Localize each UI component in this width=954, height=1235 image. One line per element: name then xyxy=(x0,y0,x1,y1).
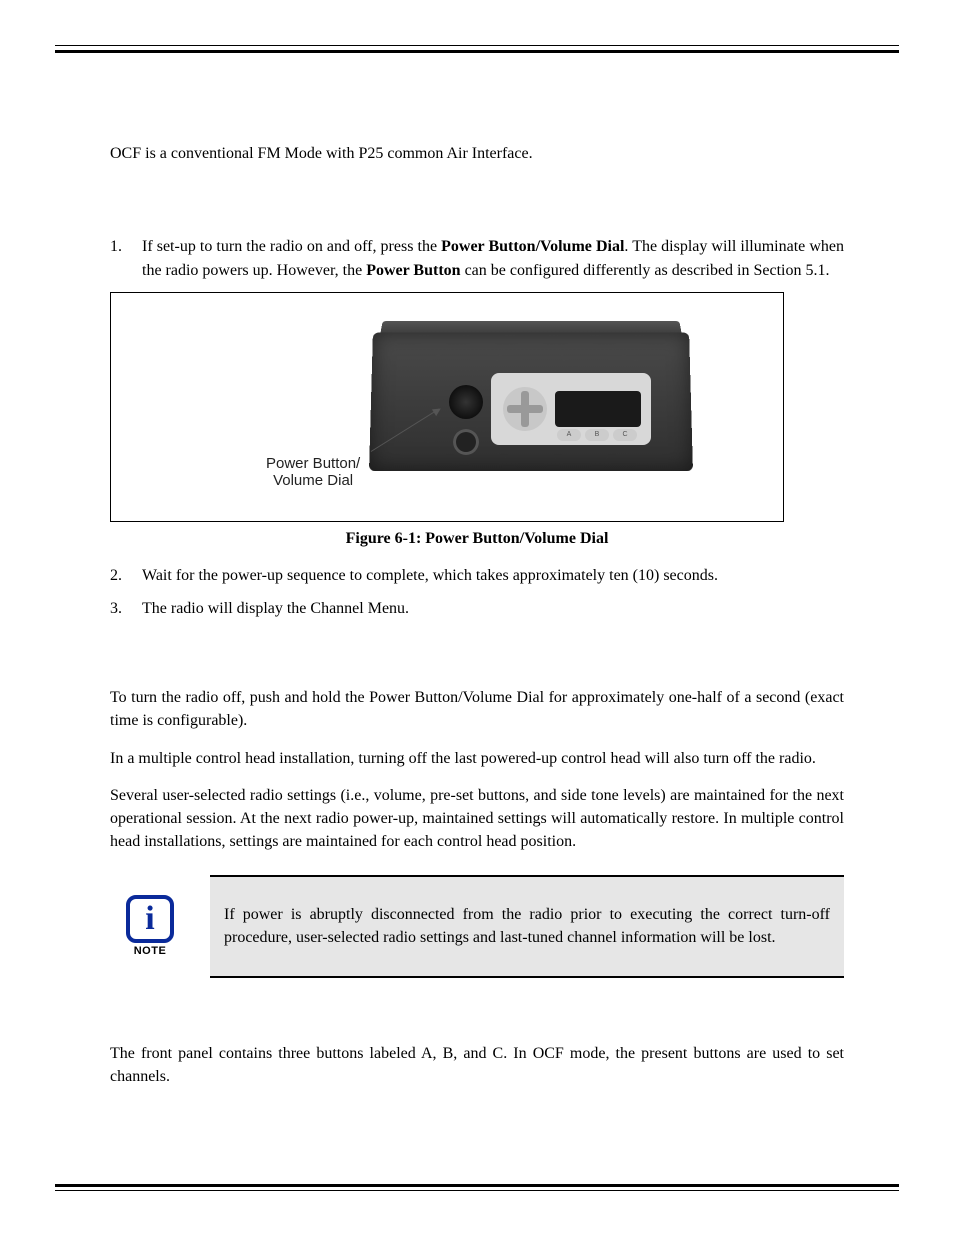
power-on-steps-continued: 2. Wait for the power-up sequence to com… xyxy=(110,564,844,620)
step-body: Wait for the power-up sequence to comple… xyxy=(142,564,844,587)
page-content: OCF is a conventional FM Mode with P25 c… xyxy=(55,143,899,1088)
preset-paragraph: The front panel contains three buttons l… xyxy=(110,1042,844,1088)
button-b-icon: B xyxy=(585,429,609,441)
header-rule-thin xyxy=(55,45,899,46)
dpad-icon xyxy=(503,387,547,431)
figure-6-1: A B C Power Button/ Volume Dial xyxy=(110,292,784,522)
button-a-icon: A xyxy=(557,429,581,441)
display-screen-icon xyxy=(555,391,641,427)
power-on-steps: 1. If set-up to turn the radio on and of… xyxy=(110,235,844,281)
power-volume-knob-icon xyxy=(449,385,483,419)
intro-paragraph: OCF is a conventional FM Mode with P25 c… xyxy=(110,143,844,165)
turnoff-p3: Several user-selected radio settings (i.… xyxy=(110,784,844,854)
front-panel: A B C xyxy=(491,373,651,445)
bold-power-button: Power Button xyxy=(366,262,460,279)
bold-power-volume: Power Button/Volume Dial xyxy=(441,238,624,255)
note-block: i NOTE If power is abruptly disconnected… xyxy=(110,875,844,977)
footer-rule-thin xyxy=(55,1190,899,1191)
step-body: The radio will display the Channel Menu. xyxy=(142,597,844,620)
note-icon-cell: i NOTE xyxy=(110,875,190,977)
step-1: 1. If set-up to turn the radio on and of… xyxy=(110,235,844,281)
note-label: NOTE xyxy=(134,945,167,957)
info-icon: i xyxy=(126,895,174,943)
step-body: If set-up to turn the radio on and off, … xyxy=(142,235,844,281)
abc-buttons: A B C xyxy=(557,429,637,441)
turnoff-p1: To turn the radio off, push and hold the… xyxy=(110,686,844,732)
button-c-icon: C xyxy=(613,429,637,441)
callout-label: Power Button/ Volume Dial xyxy=(266,455,360,490)
step-number: 1. xyxy=(110,235,142,281)
note-text: If power is abruptly disconnected from t… xyxy=(210,875,844,977)
connector-icon xyxy=(453,429,479,455)
step-number: 3. xyxy=(110,597,142,620)
step-2: 2. Wait for the power-up sequence to com… xyxy=(110,564,844,587)
step-number: 2. xyxy=(110,564,142,587)
step-3: 3. The radio will display the Channel Me… xyxy=(110,597,844,620)
header-rule-thick xyxy=(55,50,899,53)
radio-illustration: A B C xyxy=(371,311,691,501)
turnoff-p2: In a multiple control head installation,… xyxy=(110,747,844,770)
footer-rules xyxy=(55,1184,899,1195)
figure-caption: Figure 6-1: Power Button/Volume Dial xyxy=(110,530,844,548)
